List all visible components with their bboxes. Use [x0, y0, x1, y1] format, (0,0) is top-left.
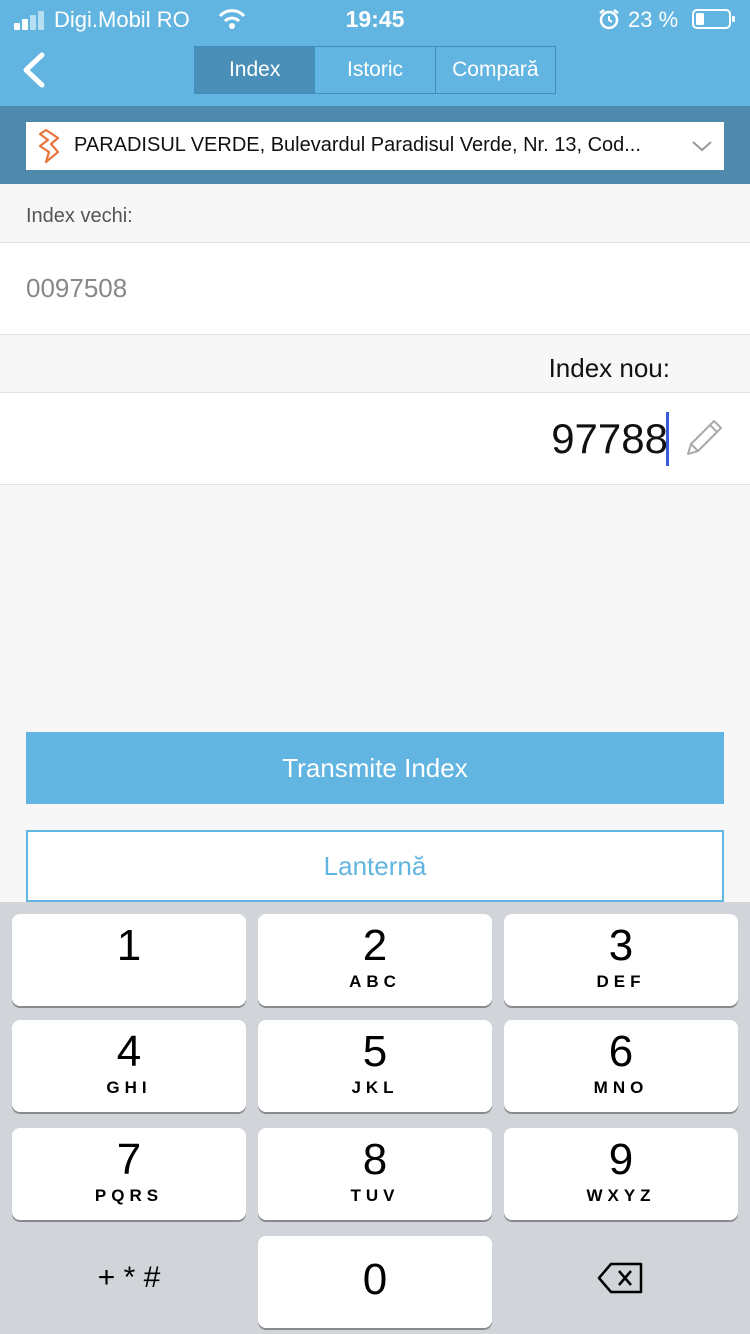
submit-index-button[interactable]: Transmite Index [26, 732, 724, 804]
flashlight-button[interactable]: Lanternă [26, 830, 724, 902]
alarm-icon [599, 9, 619, 30]
tab-istoric[interactable]: Istoric [315, 47, 436, 93]
old-index-value: 0097508 [26, 273, 128, 303]
back-icon[interactable] [20, 52, 50, 88]
new-index-label: Index nou: [548, 353, 670, 383]
delete-key[interactable] [504, 1232, 738, 1324]
numeric-keypad: 1 2 ABC 3 DEF 4 GHI 5 JKL 6 MNO 7 PQRS 8… [0, 902, 750, 1334]
old-index-label: Index vechi: [26, 205, 133, 227]
key-5[interactable]: 5 JKL [258, 1020, 492, 1112]
key-0[interactable]: 0 [258, 1236, 492, 1328]
status-bar: Digi.Mobil RO 19:45 23 % [0, 0, 750, 40]
location-text: PARADISUL VERDE, Bulevardul Paradisul Ve… [74, 134, 641, 156]
new-index-value[interactable]: 97788 [0, 415, 668, 463]
tab-index[interactable]: Index [195, 47, 316, 93]
battery-icon [692, 9, 735, 29]
backspace-icon [597, 1262, 643, 1294]
key-8[interactable]: 8 TUV [258, 1128, 492, 1220]
tab-segmented-control: Index Istoric Compară [194, 46, 556, 94]
electricity-icon [38, 128, 60, 164]
chevron-down-icon[interactable] [690, 136, 714, 156]
battery-percent: 23 % [628, 7, 679, 32]
pencil-icon[interactable] [682, 416, 726, 460]
key-2[interactable]: 2 ABC [258, 914, 492, 1006]
symbols-key[interactable]: + * # [12, 1232, 246, 1324]
key-4[interactable]: 4 GHI [12, 1020, 246, 1112]
text-caret [666, 412, 669, 466]
key-6[interactable]: 6 MNO [504, 1020, 738, 1112]
key-3[interactable]: 3 DEF [504, 914, 738, 1006]
key-9[interactable]: 9 WXYZ [504, 1128, 738, 1220]
key-1[interactable]: 1 [12, 914, 246, 1006]
tab-compara[interactable]: Compară [436, 47, 555, 93]
key-7[interactable]: 7 PQRS [12, 1128, 246, 1220]
